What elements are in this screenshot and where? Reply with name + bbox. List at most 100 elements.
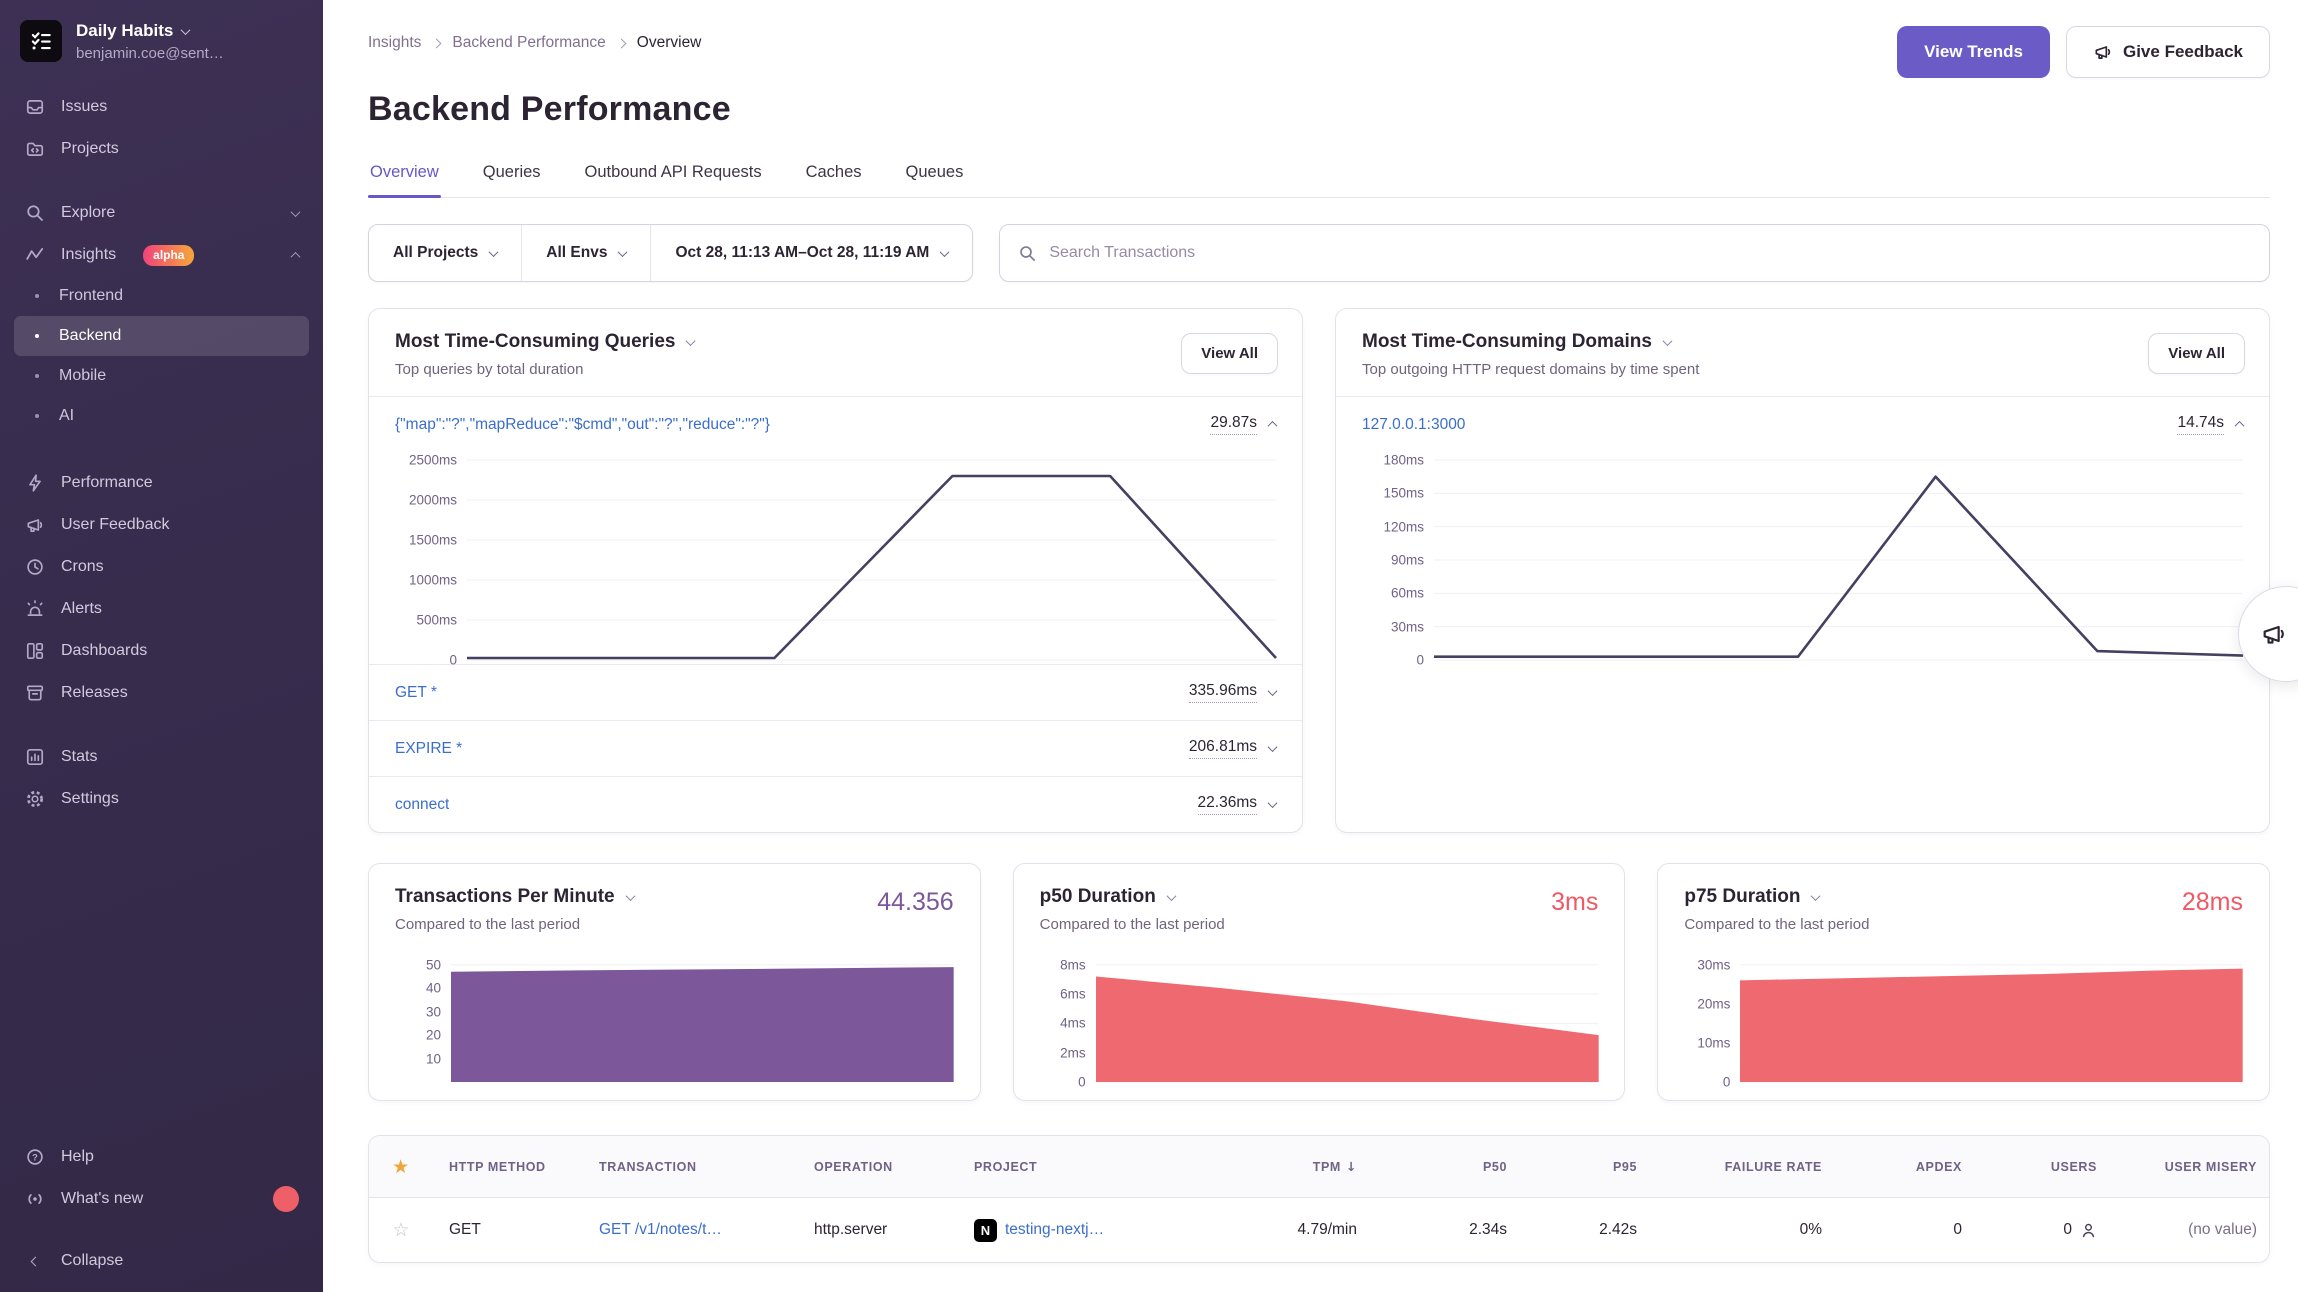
p75-title-dropdown[interactable]: p75 Duration xyxy=(1684,886,1869,908)
org-switcher[interactable]: Daily Habits benjamin.coe@sent… xyxy=(14,16,309,62)
chevron-up-icon xyxy=(2235,421,2245,431)
chevron-down-icon xyxy=(181,25,191,35)
query-link[interactable]: GET * xyxy=(395,684,437,702)
metric-subtitle: Compared to the last period xyxy=(1040,916,1225,933)
give-feedback-label: Give Feedback xyxy=(2123,42,2243,62)
chevron-down-icon xyxy=(1268,798,1278,808)
date-range-label: Oct 28, 11:13 AM–Oct 28, 11:19 AM xyxy=(675,244,929,262)
area-plot xyxy=(1096,953,1599,1082)
query-row: GET * 335.96ms xyxy=(369,664,1302,720)
p75-value: 28ms xyxy=(2182,888,2243,917)
metric-subtitle: Compared to the last period xyxy=(395,916,634,933)
domains-view-all-button[interactable]: View All xyxy=(2148,333,2245,374)
sidebar-item-mobile[interactable]: Mobile xyxy=(14,356,309,396)
p50-area-chart: 8ms6ms4ms2ms0 xyxy=(1040,953,1599,1082)
queries-panel-title-dropdown[interactable]: Most Time-Consuming Queries xyxy=(395,331,1276,353)
domain-duration-toggle[interactable]: 14.74s xyxy=(2177,414,2243,435)
sort-desc-icon: ↓ xyxy=(1346,1159,1357,1174)
tab-queues[interactable]: Queues xyxy=(904,163,966,197)
query-duration-toggle[interactable]: 335.96ms xyxy=(1189,682,1276,703)
col-project[interactable]: PROJECT xyxy=(958,1160,1223,1174)
tpm-title-dropdown[interactable]: Transactions Per Minute xyxy=(395,886,634,908)
star-icon[interactable]: ★ xyxy=(392,1156,410,1178)
project-filter[interactable]: All Projects xyxy=(369,225,521,281)
give-feedback-button[interactable]: Give Feedback xyxy=(2066,26,2270,78)
view-trends-button[interactable]: View Trends xyxy=(1897,26,2050,78)
breadcrumb-insights[interactable]: Insights xyxy=(368,34,421,52)
domains-panel-title-dropdown[interactable]: Most Time-Consuming Domains xyxy=(1362,331,2243,353)
col-p50[interactable]: P50 xyxy=(1373,1160,1523,1174)
transaction-link[interactable]: GET /v1/notes/t… xyxy=(599,1221,722,1239)
col-users[interactable]: USERS xyxy=(1978,1160,2113,1174)
query-total-duration: 206.81ms xyxy=(1189,738,1257,759)
domain-row-expanded: 127.0.0.1:3000 14.74s xyxy=(1336,397,2269,452)
trend-line-icon xyxy=(24,244,46,266)
col-http-method[interactable]: HTTP METHOD xyxy=(433,1160,583,1174)
sidebar-item-issues[interactable]: Issues xyxy=(14,86,309,128)
date-range-filter[interactable]: Oct 28, 11:13 AM–Oct 28, 11:19 AM xyxy=(650,225,972,281)
sidebar-item-projects[interactable]: Projects xyxy=(14,128,309,170)
domains-duration-chart: 180ms150ms120ms90ms60ms30ms0 xyxy=(1336,452,2269,664)
environment-filter[interactable]: All Envs xyxy=(521,225,650,281)
breadcrumb-backend-performance[interactable]: Backend Performance xyxy=(452,34,605,52)
favorite-star-icon[interactable]: ☆ xyxy=(392,1219,409,1241)
query-duration-toggle[interactable]: 206.81ms xyxy=(1189,738,1276,759)
col-user-misery[interactable]: USER MISERY xyxy=(2113,1160,2270,1174)
query-row-expanded: {"map":"?","mapReduce":"$cmd","out":"?",… xyxy=(369,397,1302,452)
line-plot xyxy=(467,460,1276,660)
bullet-dot xyxy=(35,414,39,418)
queries-view-all-button[interactable]: View All xyxy=(1181,333,1278,374)
sidebar-item-explore[interactable]: Explore xyxy=(14,192,309,234)
tab-caches[interactable]: Caches xyxy=(804,163,864,197)
query-link[interactable]: connect xyxy=(395,796,449,814)
col-transaction[interactable]: TRANSACTION xyxy=(583,1160,798,1174)
sidebar-item-insights[interactable]: Insights alpha xyxy=(14,234,309,276)
sidebar-item-performance[interactable]: Performance xyxy=(14,462,309,504)
breadcrumb: Insights Backend Performance Overview xyxy=(368,26,701,52)
bullet-dot xyxy=(35,294,39,298)
col-tpm-sorted[interactable]: TPM↓ xyxy=(1223,1159,1373,1174)
nextjs-platform-icon: N xyxy=(974,1219,997,1242)
sidebar-item-dashboards[interactable]: Dashboards xyxy=(14,630,309,672)
sidebar-item-alerts[interactable]: Alerts xyxy=(14,588,309,630)
domain-link[interactable]: 127.0.0.1:3000 xyxy=(1362,416,1465,434)
search-input[interactable] xyxy=(1049,244,2251,262)
col-failure-rate[interactable]: FAILURE RATE xyxy=(1653,1160,1838,1174)
sidebar-item-label: User Feedback xyxy=(61,516,170,534)
sidebar-item-label: Insights xyxy=(61,246,116,264)
sidebar-item-help[interactable]: ? Help xyxy=(14,1136,309,1178)
tab-outbound-api-requests[interactable]: Outbound API Requests xyxy=(583,163,764,197)
col-p95[interactable]: P95 xyxy=(1523,1160,1653,1174)
col-apdex[interactable]: APDEX xyxy=(1838,1160,1978,1174)
cell-http-method: GET xyxy=(433,1198,583,1262)
p50-title-dropdown[interactable]: p50 Duration xyxy=(1040,886,1225,908)
sidebar-item-stats[interactable]: Stats xyxy=(14,736,309,778)
query-duration-toggle[interactable]: 29.87s xyxy=(1210,414,1276,435)
sidebar-item-releases[interactable]: Releases xyxy=(14,672,309,714)
col-operation[interactable]: OPERATION xyxy=(798,1160,958,1174)
p75-area-chart: 30ms20ms10ms0 xyxy=(1684,953,2243,1082)
query-row: EXPIRE * 206.81ms xyxy=(369,720,1302,776)
broadcast-icon xyxy=(24,1188,46,1210)
sidebar-item-whats-new[interactable]: What's new xyxy=(14,1178,309,1220)
tab-overview[interactable]: Overview xyxy=(368,163,441,197)
sidebar-item-settings[interactable]: Settings xyxy=(14,778,309,820)
cell-apdex: 0 xyxy=(1838,1198,1978,1262)
most-time-consuming-queries-panel: Most Time-Consuming Queries Top queries … xyxy=(368,308,1303,833)
megaphone-icon xyxy=(24,514,46,536)
query-link[interactable]: EXPIRE * xyxy=(395,740,462,758)
tab-queries[interactable]: Queries xyxy=(481,163,543,197)
sidebar-item-ai[interactable]: AI xyxy=(14,396,309,436)
project-link[interactable]: testing-nextj… xyxy=(1005,1221,1104,1239)
sidebar-collapse-button[interactable]: Collapse xyxy=(14,1240,309,1282)
sidebar-item-frontend[interactable]: Frontend xyxy=(14,276,309,316)
main-content: Insights Backend Performance Overview Vi… xyxy=(323,0,2298,1292)
sidebar-item-user-feedback[interactable]: User Feedback xyxy=(14,504,309,546)
transaction-search[interactable] xyxy=(999,224,2270,282)
sidebar-item-crons[interactable]: Crons xyxy=(14,546,309,588)
chevron-down-icon xyxy=(940,247,950,257)
query-link[interactable]: {"map":"?","mapReduce":"$cmd","out":"?",… xyxy=(395,416,770,434)
sidebar-item-backend[interactable]: Backend xyxy=(14,316,309,356)
view-trends-label: View Trends xyxy=(1924,42,2023,62)
query-duration-toggle[interactable]: 22.36ms xyxy=(1198,794,1276,815)
